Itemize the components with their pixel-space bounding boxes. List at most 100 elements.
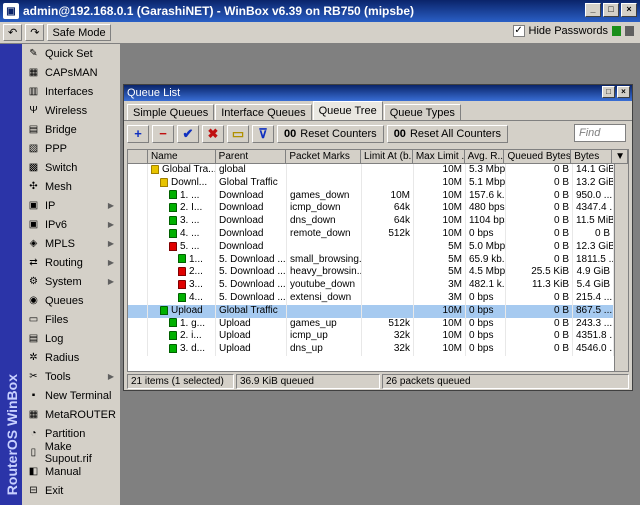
queue-maximize-button[interactable]: □	[602, 86, 615, 98]
disable-icon[interactable]: ✖	[202, 124, 224, 143]
menu-item-make-supout-rif[interactable]: ▯ Make Supout.rif	[22, 441, 120, 465]
close-button[interactable]: ×	[621, 3, 637, 17]
menu-item-icon: ▭	[28, 314, 39, 325]
tab-interface-queues[interactable]: Interface Queues	[215, 104, 312, 120]
tab-queue-tree[interactable]: Queue Tree	[312, 101, 383, 120]
hide-passwords-checkbox[interactable]: ✓	[512, 25, 525, 37]
find-input[interactable]: Find	[574, 124, 626, 142]
status-bar: 21 items (1 selected) 36.9 KiB queued 26…	[127, 374, 629, 390]
menu-item-ipv6[interactable]: ▣ IPv6 ▶	[22, 215, 120, 234]
hide-passwords: ✓ Hide Passwords	[512, 25, 634, 37]
column-header[interactable]: Packet Marks	[286, 150, 362, 163]
filter-icon[interactable]: ⊽	[252, 124, 274, 143]
undo-button[interactable]: ↶	[3, 24, 23, 41]
comment-icon[interactable]: ▭	[227, 124, 249, 143]
table-row[interactable]: Downl... Global Traffic 10M5.1 Mbps0 B13.2…	[128, 176, 628, 190]
enable-icon[interactable]: ✔	[177, 124, 199, 143]
column-header[interactable]: Max Limit ...	[413, 150, 465, 163]
column-header[interactable]: Queued Bytes	[504, 150, 572, 163]
tab-simple-queues[interactable]: Simple Queues	[127, 104, 215, 120]
maximize-button[interactable]: □	[603, 3, 619, 17]
row-gutter	[128, 164, 148, 177]
table-row[interactable]: Global Tra...global 10M5.3 Mbps0 B14.1 Gi…	[128, 164, 628, 177]
column-header[interactable]: Parent	[216, 150, 287, 163]
menu-item-exit[interactable]: ⊟ Exit	[22, 481, 120, 500]
menu-item-wireless[interactable]: Ψ Wireless	[22, 101, 120, 120]
menu-item-manual[interactable]: ◧ Manual	[22, 462, 120, 481]
menu-item-radius[interactable]: ✲ Radius	[22, 348, 120, 367]
reset-counters-button[interactable]: 00 Reset Counters	[277, 124, 384, 143]
table-row[interactable]: 4. ... Download remote_down 512k 10M 0 bps 0 B…	[128, 227, 628, 241]
menu-item-mesh[interactable]: ✣ Mesh	[22, 177, 120, 196]
menu-item-files[interactable]: ▭ Files	[22, 310, 120, 329]
menu-item-new-terminal[interactable]: ▪ New Terminal	[22, 386, 120, 405]
reset-all-counters-button[interactable]: 00 Reset All Counters	[386, 124, 509, 143]
status-green-icon	[612, 26, 621, 36]
queue-close-button[interactable]: ×	[617, 86, 630, 98]
queue-tree-table: Name Parent Packet Marks Limit At (b... Max …	[127, 149, 629, 372]
queue-red-icon	[178, 280, 186, 290]
column-header[interactable]: Avg. R...	[465, 150, 505, 163]
cell-parent: Global Traffic	[216, 176, 287, 190]
menu-item-bridge[interactable]: ▤ Bridge	[22, 120, 120, 139]
cell-parent: Download	[216, 215, 287, 228]
menu-item-switch[interactable]: ▩ Switch	[22, 158, 120, 177]
cell-name: Downl...	[148, 176, 216, 190]
table-row[interactable]: 2... 5. Download ... heavy_browsin... 5M 4.5…	[128, 266, 628, 280]
window-title: admin@192.168.0.1 (GarashiNET) - WinBox …	[23, 4, 415, 18]
table-row[interactable]: 3... 5. Download ... youtube_down 3M 482.1 k…	[128, 279, 628, 292]
remove-icon[interactable]: −	[152, 124, 174, 143]
table-row[interactable]: 3. d... Upload dns_up 32k 10M 0 bps 0 B 4546.0 …	[128, 343, 628, 356]
cell-bytes: 12.3 GiB	[573, 240, 614, 254]
menu-item-tools[interactable]: ✂ Tools ▶	[22, 367, 120, 386]
row-gutter	[128, 227, 148, 241]
table-row[interactable]: 5. ... Download 5M5.0 Mbps0 B12.3 GiB	[128, 240, 628, 254]
menu-item-log[interactable]: ▤ Log	[22, 329, 120, 348]
menu-item-mpls[interactable]: ◈ MPLS ▶	[22, 234, 120, 253]
menu-item-label: Queues	[45, 294, 84, 307]
cell-bytes: 4347.4 ...	[573, 202, 614, 216]
menu-item-metarouter[interactable]: ▦ MetaROUTER	[22, 405, 120, 424]
menu-item-ip[interactable]: ▣ IP ▶	[22, 196, 120, 215]
table-row[interactable]: 4... 5. Download ... extensi_down 3M 0 bps 0 …	[128, 291, 628, 305]
redo-button[interactable]: ↷	[25, 24, 45, 41]
cell-name: 2. i...	[148, 330, 216, 344]
column-header[interactable]	[128, 150, 148, 163]
menu-item-label: Tools	[45, 370, 71, 383]
menu-item-interfaces[interactable]: ▥ Interfaces	[22, 82, 120, 101]
submenu-arrow-icon: ▶	[107, 258, 114, 267]
cell-max-limit: 5M	[414, 266, 466, 280]
tab-queue-types[interactable]: Queue Types	[383, 104, 461, 120]
brand-bar: RouterOS WinBox	[0, 44, 22, 505]
safe-mode-button[interactable]: Safe Mode	[47, 24, 111, 41]
queue-green-icon	[169, 344, 177, 354]
menu-item-label: CAPsMAN	[45, 66, 98, 79]
cell-name: 4...	[148, 291, 216, 305]
table-row[interactable]: 3. ... Download dns_down 64k 10M 1104 bps 0 B1…	[128, 215, 628, 228]
menu-item-icon: ▦	[28, 409, 39, 420]
menu-item-ppp[interactable]: ▧ PPP	[22, 139, 120, 158]
table-row[interactable]: 1... 5. Download ... small_browsing... 5M 65…	[128, 253, 628, 267]
menu-item-icon: ⚙	[29, 276, 38, 287]
minimize-button[interactable]: _	[585, 3, 601, 17]
column-header[interactable]: Limit At (b...	[361, 150, 413, 163]
column-header[interactable]: ▼	[612, 150, 628, 163]
cell-queued: 0 B	[506, 343, 573, 356]
cell-avg-rate: 0 bps	[466, 343, 506, 356]
menu-item-system[interactable]: ⚙ System ▶	[22, 272, 120, 291]
table-row[interactable]: 2. I... Download icmp_down 64k 10M 480 bps 0 B…	[128, 202, 628, 216]
menu-item-quick-set[interactable]: ✎ Quick Set	[22, 44, 120, 63]
table-row[interactable]: 2. i... Upload icmp_up 32k 10M 0 bps 0 B 4351.8…	[128, 330, 628, 344]
menu-item-capsman[interactable]: ▦ CAPsMAN	[22, 63, 120, 82]
menu-item-queues[interactable]: ◉ Queues	[22, 291, 120, 310]
menu-item-icon: ◧	[28, 466, 39, 477]
add-icon[interactable]: +	[127, 124, 149, 143]
menu-item-icon: ◉	[29, 295, 38, 306]
column-header[interactable]: Bytes	[571, 150, 613, 163]
table-row[interactable]: 1. ...Downloadgames_down10M10M157.6 k...…	[128, 189, 628, 203]
table-row[interactable]: Upload Global Traffic 10M 0 bps 0 B 867.5 ...	[128, 304, 628, 318]
table-row[interactable]: 1. g... Upload games_up 512k 10M 0 bps 0 B 243.…	[128, 317, 628, 331]
vertical-scrollbar[interactable]	[614, 164, 628, 371]
column-header[interactable]: Name	[148, 150, 216, 163]
menu-item-routing[interactable]: ⇄ Routing ▶	[22, 253, 120, 272]
